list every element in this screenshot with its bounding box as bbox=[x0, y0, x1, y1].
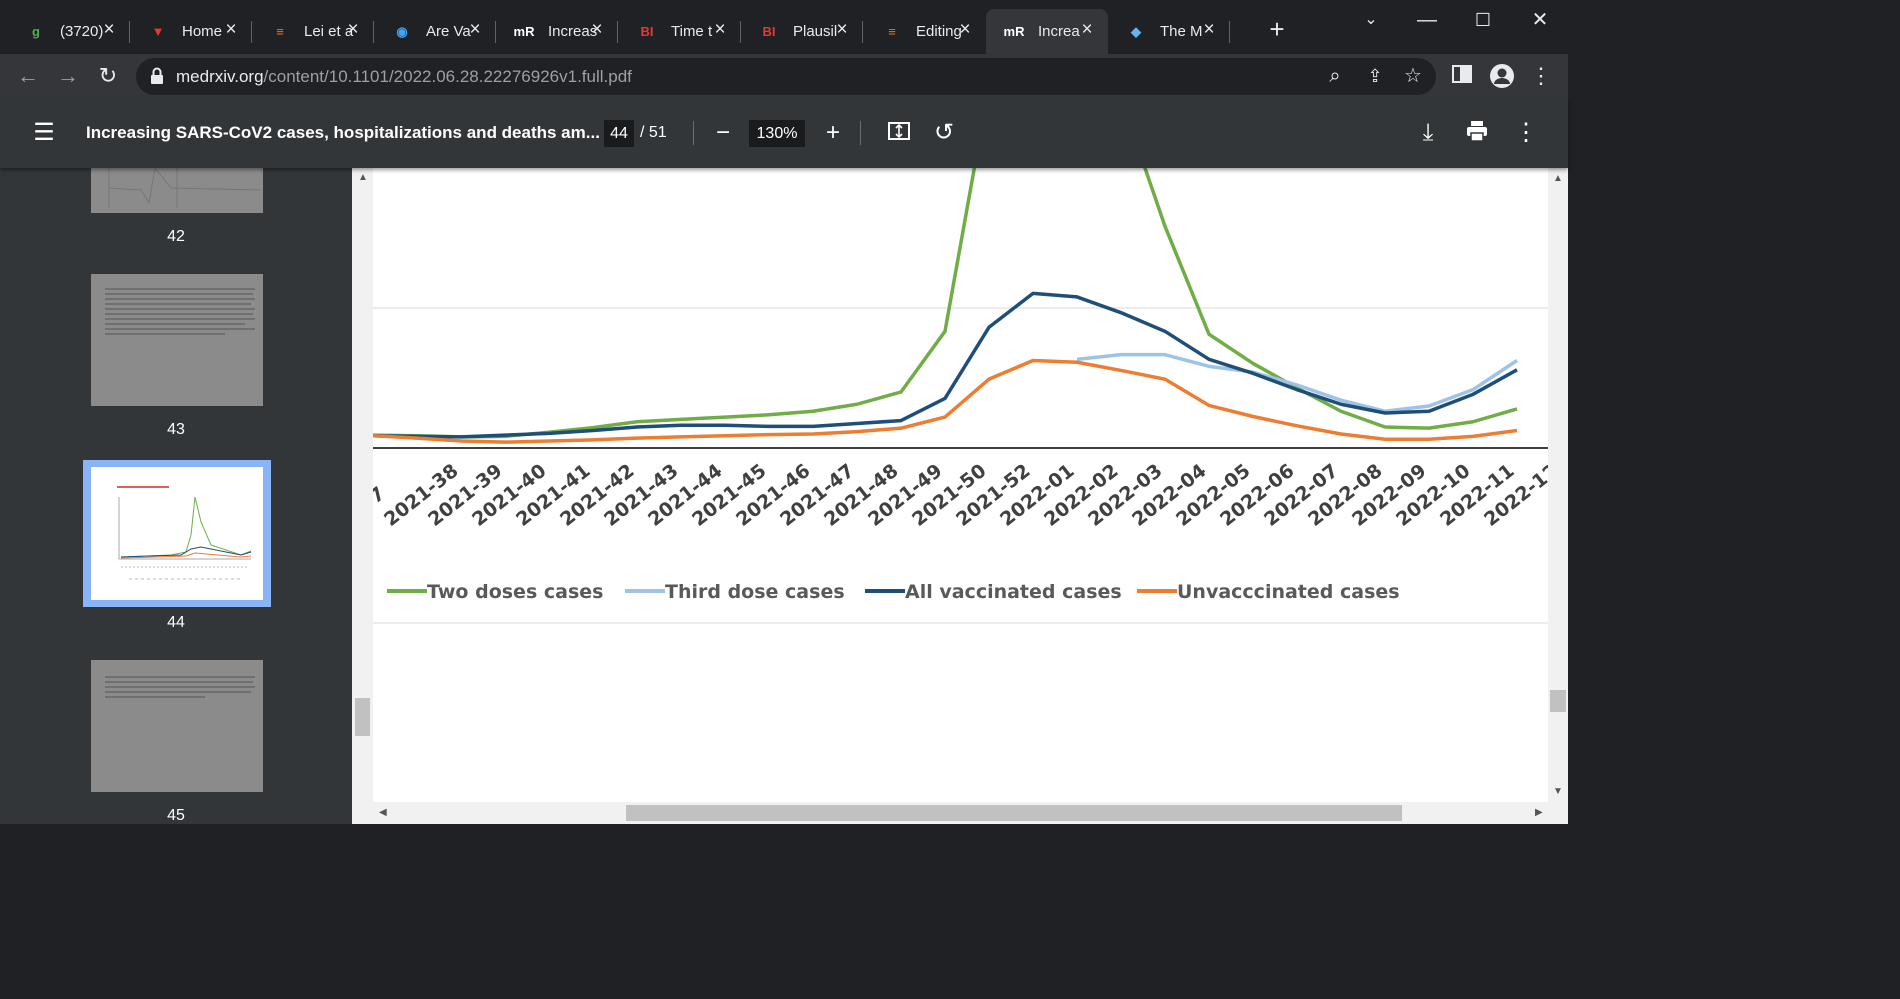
close-tab-icon[interactable]: × bbox=[466, 20, 484, 39]
thumbnail-page-42[interactable] bbox=[91, 168, 263, 213]
browser-tab[interactable]: mR Increa × bbox=[986, 9, 1108, 54]
tab-favicon-icon: mR bbox=[513, 24, 535, 39]
tab-favicon-icon: ◆ bbox=[1131, 23, 1141, 39]
pdf-menu-icon[interactable]: ☰ bbox=[30, 119, 58, 147]
tab-favicon-icon: BI bbox=[762, 24, 776, 39]
address-bar[interactable]: medrxiv.org/content/10.1101/2022.06.28.2… bbox=[136, 58, 1436, 95]
reload-icon[interactable]: ↻ bbox=[95, 63, 121, 89]
pdf-toolbar: ☰ Increasing SARS-CoV2 cases, hospitaliz… bbox=[0, 99, 1568, 168]
new-tab-icon[interactable]: + bbox=[1262, 16, 1292, 42]
close-tab-icon[interactable]: × bbox=[222, 20, 240, 39]
sidebar-scrollbar[interactable]: ▲ ▼ bbox=[352, 168, 373, 824]
vertical-scrollbar[interactable]: ▲ ▼ bbox=[1548, 168, 1568, 802]
tab-favicon-icon: mR bbox=[1003, 24, 1025, 39]
side-panel-icon[interactable] bbox=[1449, 63, 1475, 89]
rotate-icon[interactable]: ↺ bbox=[930, 119, 958, 147]
print-icon[interactable] bbox=[1463, 119, 1491, 147]
pdf-page: 7 2021-38 2021-39 2021-40 2021-41 2021-42 2021… bbox=[365, 168, 1562, 802]
toolbar-divider bbox=[860, 121, 861, 145]
browser-tab[interactable]: ≡ Editing × bbox=[864, 9, 986, 54]
tab-favicon-icon: g bbox=[32, 24, 40, 39]
page-number-input[interactable]: 44 bbox=[604, 120, 634, 147]
scroll-left-arrow-icon[interactable]: ◀ bbox=[379, 807, 387, 818]
legend-label: Two doses cases bbox=[427, 581, 603, 603]
forward-icon[interactable]: → bbox=[55, 63, 81, 89]
browser-tab[interactable]: ▼ Home × bbox=[130, 9, 252, 54]
legend-label: Unvacccinated cases bbox=[1177, 581, 1400, 603]
tab-strip: g (3720) × ▼ Home × ≡ Lei et a × ◉ Are Va × mR Increa… bbox=[0, 0, 1568, 54]
close-tab-icon[interactable]: × bbox=[100, 20, 118, 39]
profile-avatar-icon[interactable] bbox=[1489, 63, 1515, 89]
close-tab-icon[interactable]: × bbox=[956, 20, 974, 39]
pdf-more-icon[interactable]: ⋮ bbox=[1512, 119, 1540, 147]
scroll-up-arrow-icon[interactable]: ▲ bbox=[358, 172, 368, 183]
close-tab-icon[interactable]: × bbox=[833, 20, 851, 39]
scroll-up-arrow-icon[interactable]: ▲ bbox=[1553, 173, 1563, 184]
thumbnail-label: 45 bbox=[167, 807, 185, 824]
browser-tab[interactable]: g (3720) × bbox=[8, 9, 130, 54]
scrollbar-thumb[interactable] bbox=[355, 698, 370, 736]
legend-label: All vaccinated cases bbox=[905, 581, 1122, 603]
tab-search-icon[interactable]: ⌄ bbox=[1356, 8, 1386, 32]
bookmark-star-icon[interactable]: ☆ bbox=[1400, 63, 1426, 89]
pdf-title: Increasing SARS-CoV2 cases, hospitalizat… bbox=[86, 123, 600, 142]
scrollbar-thumb[interactable] bbox=[626, 805, 1402, 821]
download-icon[interactable]: ⤓ bbox=[1414, 119, 1442, 147]
thumbnail-page-44[interactable] bbox=[91, 467, 263, 600]
browser-tab[interactable]: ◆ The M × bbox=[1108, 9, 1230, 54]
back-icon[interactable]: ← bbox=[15, 63, 41, 89]
browser-tab[interactable]: ◉ Are Va × bbox=[374, 9, 496, 54]
close-tab-icon[interactable]: × bbox=[344, 20, 362, 39]
tab-favicon-icon: ◉ bbox=[396, 23, 408, 39]
browser-tab[interactable]: ≡ Lei et a × bbox=[252, 9, 374, 54]
tab-favicon-icon: BI bbox=[640, 24, 654, 39]
browser-menu-icon[interactable]: ⋮ bbox=[1528, 63, 1554, 89]
close-tab-icon[interactable]: × bbox=[588, 20, 606, 39]
thumbnail-label: 44 bbox=[167, 614, 185, 631]
fit-page-icon[interactable] bbox=[885, 119, 913, 147]
pdf-viewer: ▲ ▼ 72021-382021-392021-402021-412021-42… bbox=[352, 168, 1568, 824]
thumbnail-page-45[interactable] bbox=[91, 660, 263, 792]
x-tick-label: 7 bbox=[373, 483, 389, 508]
browser-toolbar: ← → ↻ medrxiv.org/content/10.1101/2022.0… bbox=[0, 54, 1568, 99]
toolbar-divider bbox=[693, 121, 694, 145]
line-chart: 72021-382021-392021-402021-412021-422021… bbox=[365, 168, 1562, 624]
close-tab-icon[interactable]: × bbox=[1078, 20, 1096, 39]
thumbnail-page-43[interactable] bbox=[91, 274, 263, 406]
scroll-right-arrow-icon[interactable]: ▶ bbox=[1535, 807, 1543, 818]
horizontal-scrollbar[interactable]: ◀ ▶ bbox=[352, 802, 1568, 824]
browser-tab[interactable]: BI Time t × bbox=[619, 9, 741, 54]
tab-favicon-icon: ▼ bbox=[151, 24, 165, 39]
zoom-out-icon[interactable]: − bbox=[709, 119, 737, 147]
maximize-icon[interactable]: ☐ bbox=[1468, 8, 1498, 32]
scroll-down-arrow-icon[interactable]: ▼ bbox=[1553, 786, 1563, 797]
tab-favicon-icon: ≡ bbox=[276, 24, 284, 39]
close-tab-icon[interactable]: × bbox=[711, 20, 729, 39]
page-total: / 51 bbox=[640, 124, 667, 141]
browser-tab[interactable]: BI Plausil × bbox=[741, 9, 863, 54]
share-icon[interactable]: ⇪ bbox=[1362, 63, 1388, 89]
thumbnail-label: 43 bbox=[167, 421, 185, 438]
scrollbar-thumb[interactable] bbox=[1550, 690, 1566, 712]
close-window-icon[interactable]: ✕ bbox=[1525, 8, 1555, 32]
zoom-in-icon[interactable]: + bbox=[819, 119, 847, 147]
close-tab-icon[interactable]: × bbox=[1200, 20, 1218, 39]
thumbnail-sidebar: 42 43 44 45 bbox=[0, 168, 352, 824]
minimize-icon[interactable]: — bbox=[1412, 8, 1442, 32]
url-text: medrxiv.org/content/10.1101/2022.06.28.2… bbox=[176, 67, 632, 86]
lock-icon[interactable] bbox=[150, 67, 164, 85]
browser-tab[interactable]: mR Increas × bbox=[496, 9, 618, 54]
thumbnail-label: 42 bbox=[167, 228, 185, 245]
tab-favicon-icon: ≡ bbox=[888, 24, 896, 39]
zoom-level-input[interactable]: 130% bbox=[749, 120, 805, 147]
legend-label: Third dose cases bbox=[665, 581, 845, 603]
zoom-icon[interactable]: ⌕ bbox=[1322, 63, 1348, 89]
